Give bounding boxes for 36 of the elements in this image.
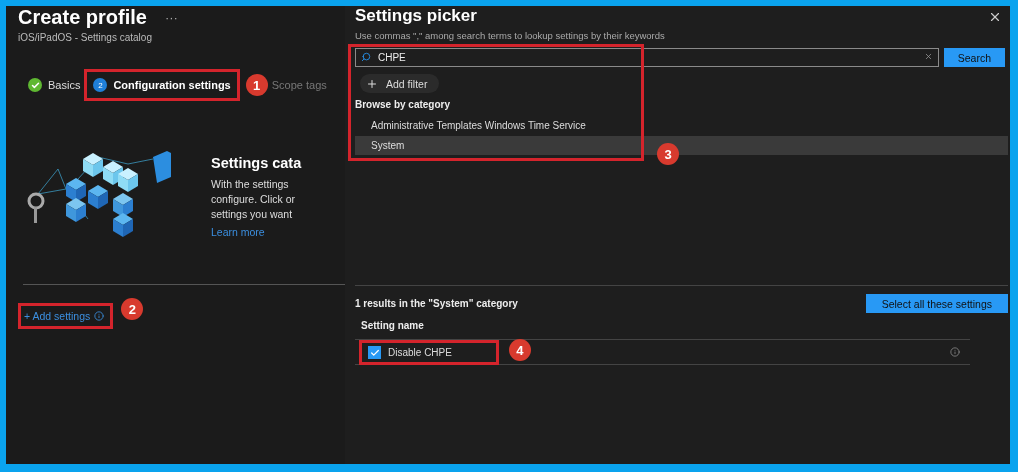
- info-icon: [94, 311, 105, 321]
- column-header: Setting name: [355, 320, 970, 340]
- check-circle-icon: [28, 78, 42, 92]
- clear-icon[interactable]: [923, 52, 933, 61]
- panel-title: Settings picker: [355, 6, 477, 26]
- step-badge: 3: [657, 143, 679, 165]
- more-button[interactable]: ···: [164, 9, 178, 25]
- select-all-button[interactable]: Select all these settings: [865, 294, 1008, 313]
- page-title: Create profile: [18, 6, 147, 28]
- page-subtitle: iOS/iPadOS - Settings catalog: [18, 32, 153, 43]
- description-line: configure. Click or: [211, 192, 297, 207]
- search-button[interactable]: Search: [943, 48, 1005, 67]
- section-heading: Settings cata: [211, 155, 302, 171]
- search-hint: Use commas "," among search terms to lookup settings by their keywords: [355, 30, 666, 41]
- add-settings-link[interactable]: + Add settings: [24, 310, 105, 322]
- step-badge: 4: [508, 339, 531, 361]
- search-icon: [361, 52, 371, 62]
- step-number: 2: [93, 78, 108, 92]
- plus-icon: [366, 77, 378, 90]
- setting-name: Disable CHPE: [388, 347, 452, 358]
- step-badge: 2: [121, 298, 144, 320]
- description-line: With the settings: [211, 177, 290, 192]
- learn-more-link[interactable]: Learn more: [211, 226, 302, 238]
- category-item[interactable]: Administrative Templates Windows Time Service: [355, 116, 1008, 135]
- add-filter-button[interactable]: Add filter: [360, 74, 440, 93]
- checkbox[interactable]: [368, 346, 381, 359]
- step-badge: 1: [245, 74, 268, 96]
- category-heading: Browse by category: [355, 99, 452, 110]
- wizard-step-tab[interactable]: Scope tags: [267, 73, 331, 97]
- wizard-step-tab[interactable]: Basics: [24, 72, 85, 98]
- info-icon[interactable]: [950, 347, 960, 357]
- wizard-step-tab[interactable]: 2 Configuration settings: [89, 72, 235, 98]
- search-field[interactable]: CHPE: [355, 48, 939, 67]
- description-line: settings you want: [211, 207, 294, 222]
- close-icon: [988, 10, 1002, 24]
- results-summary: 1 results in the "System" category: [355, 298, 518, 309]
